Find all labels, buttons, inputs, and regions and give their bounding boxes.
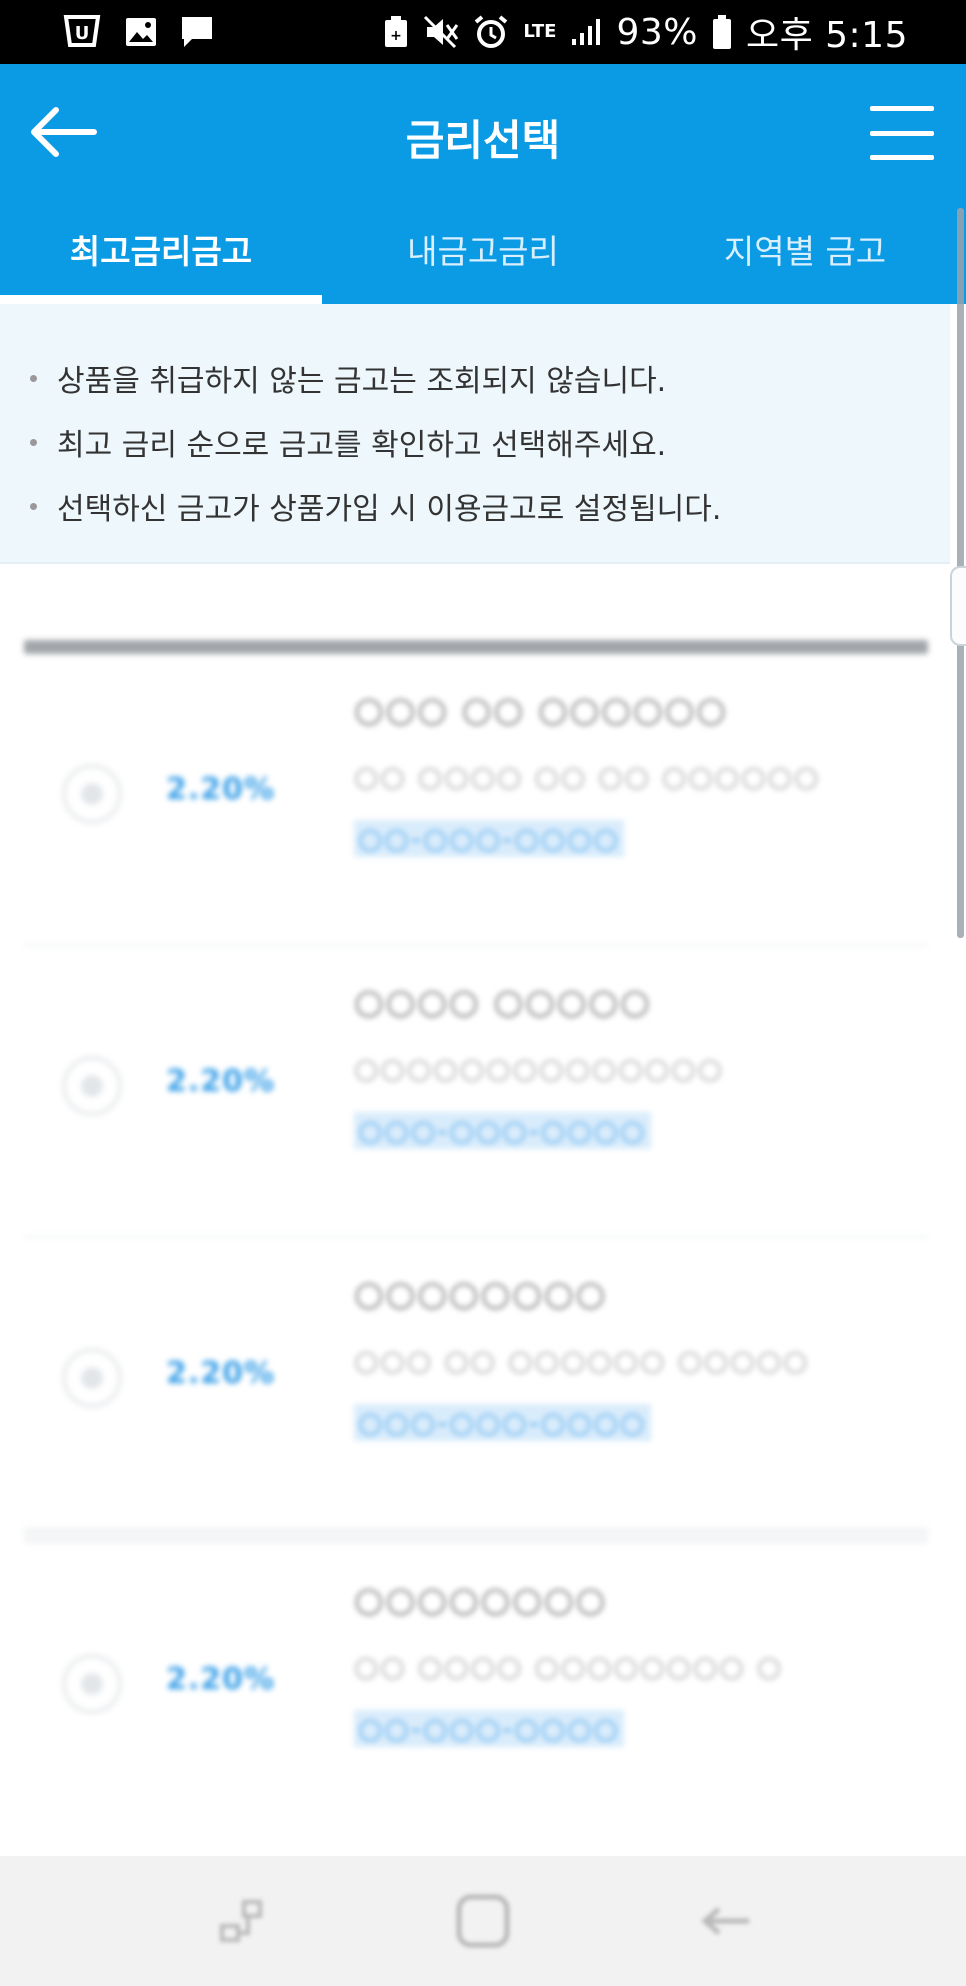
alarm-icon	[473, 14, 509, 50]
back-nav-icon	[701, 1907, 749, 1935]
bank-address: ○○○ ○○ ○○○○○○ ○○○○○	[354, 1344, 810, 1377]
list-item[interactable]: 2.20% ○○○○○○○○ ○○○ ○○ ○○○○○○ ○○○○○ ○○○-○…	[24, 1238, 928, 1530]
bank-phone-link[interactable]: ○○-○○○-○○○○	[354, 820, 625, 857]
status-right: + LTE 93% 오후 5:15	[383, 6, 908, 58]
bank-phone-link[interactable]: ○○○-○○○-○○○○	[354, 1404, 651, 1441]
message-icon	[180, 15, 214, 49]
page-title: 금리선택	[405, 115, 561, 165]
back-nav-button[interactable]	[690, 1886, 760, 1956]
system-nav-bar	[0, 1856, 966, 1986]
bank-address: ○○ ○○○○ ○○○○○○○○ ○	[354, 1650, 784, 1683]
status-left: U	[62, 15, 214, 49]
list-item[interactable]: 2.20% ○○○○ ○○○○○ ○○○○○○○○○○○○○○ ○○○-○○○-…	[24, 946, 928, 1238]
interest-rate: 2.20%	[166, 1662, 276, 1697]
bank-address: ○○ ○○○○ ○○ ○○ ○○○○○○	[354, 760, 821, 793]
notice-item: 최고 금리 순으로 금고를 확인하고 선택해주세요.	[30, 410, 950, 474]
interest-rate: 2.20%	[166, 1064, 276, 1099]
list-header-divider	[24, 640, 928, 654]
svg-text:U: U	[75, 23, 90, 44]
signal-icon	[570, 17, 602, 47]
clock: 오후 5:15	[745, 15, 908, 56]
hamburger-menu-icon-line	[870, 106, 934, 111]
bank-name: ○○○○○○○○	[354, 1274, 608, 1314]
bank-address: ○○○○○○○○○○○○○○	[354, 1052, 725, 1085]
notice-text: 최고 금리 순으로 금고를 확인하고 선택해주세요.	[57, 428, 667, 463]
menu-button[interactable]	[870, 106, 934, 160]
notice-item: 선택하신 금고가 상품가입 시 이용금고로 설정됩니다.	[30, 474, 950, 538]
bullet	[30, 438, 37, 446]
list-item[interactable]: 2.20% ○○○ ○○ ○○○○○○ ○○ ○○○○ ○○ ○○ ○○○○○○…	[24, 654, 928, 946]
radio-button[interactable]	[62, 1056, 122, 1116]
hamburger-menu-icon-line	[870, 130, 934, 136]
bank-list: 2.20% ○○○ ○○ ○○○○○○ ○○ ○○○○ ○○ ○○ ○○○○○○…	[24, 640, 928, 1836]
mute-icon	[423, 15, 459, 49]
arrow-left-icon	[31, 107, 97, 157]
app-notification-icon: U	[62, 15, 102, 49]
battery-percent: 93%	[616, 11, 698, 53]
network-type: LTE	[523, 21, 557, 42]
svg-text:+: +	[391, 28, 403, 44]
back-button[interactable]	[28, 102, 102, 162]
recent-apps-icon	[220, 1900, 262, 1942]
battery-icon	[712, 14, 732, 50]
tab-my-bank-rate[interactable]: 내금고금리	[322, 204, 644, 304]
tab-regional-bank[interactable]: 지역별 금고	[644, 204, 966, 304]
home-icon	[456, 1894, 510, 1948]
radio-button[interactable]	[62, 764, 122, 824]
home-button[interactable]	[448, 1886, 518, 1956]
battery-saver-icon: +	[383, 15, 409, 49]
interest-rate: 2.20%	[166, 772, 276, 807]
bank-phone-link[interactable]: ○○○-○○○-○○○○	[354, 1112, 651, 1149]
bullet	[30, 502, 37, 510]
tab-highest-rate[interactable]: 최고금리금고	[0, 204, 322, 304]
notice-box: 상품을 취급하지 않는 금고는 조회되지 않습니다. 최고 금리 순으로 금고를…	[0, 304, 950, 564]
bank-phone-link[interactable]: ○○-○○○-○○○○	[354, 1710, 625, 1747]
list-item[interactable]: 2.20% ○○○○○○○○ ○○ ○○○○ ○○○○○○○○ ○ ○○-○○○…	[24, 1544, 928, 1836]
hamburger-menu-icon-line	[870, 155, 934, 160]
notice-text: 선택하신 금고가 상품가입 시 이용금고로 설정됩니다.	[57, 492, 722, 527]
notice-text: 상품을 취급하지 않는 금고는 조회되지 않습니다.	[57, 364, 667, 399]
app-header: 금리선택	[0, 64, 966, 204]
interest-rate: 2.20%	[166, 1356, 276, 1391]
bank-name: ○○○ ○○ ○○○○○○	[354, 690, 728, 730]
status-bar: U + LTE 93% 오후 5:15	[0, 0, 966, 64]
lte-icon: LTE	[523, 21, 557, 42]
gallery-icon	[124, 16, 158, 48]
notice-item: 상품을 취급하지 않는 금고는 조회되지 않습니다.	[30, 346, 950, 410]
section-divider	[24, 1530, 928, 1544]
fast-scroll-handle[interactable]	[950, 566, 966, 646]
bank-name: ○○○○○○○○	[354, 1580, 608, 1620]
radio-button[interactable]	[62, 1654, 122, 1714]
tab-bar: 최고금리금고 내금고금리 지역별 금고	[0, 204, 966, 304]
radio-button[interactable]	[62, 1348, 122, 1408]
bullet	[30, 374, 37, 382]
recent-apps-button[interactable]	[206, 1886, 276, 1956]
bank-name: ○○○○ ○○○○○	[354, 982, 652, 1022]
